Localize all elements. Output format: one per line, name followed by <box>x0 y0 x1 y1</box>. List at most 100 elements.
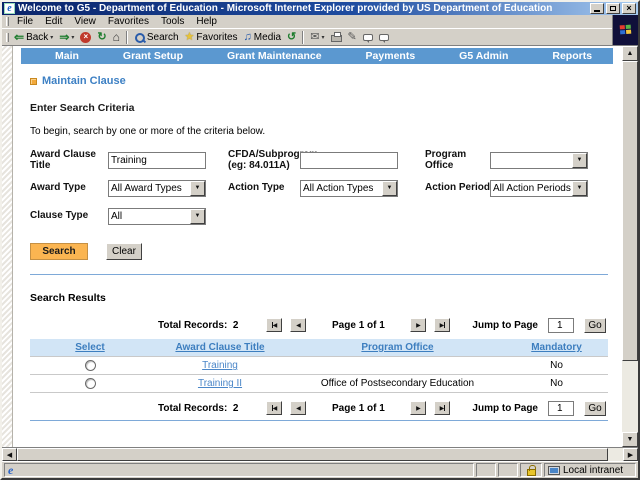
messenger-icon <box>378 33 389 43</box>
next-page-button[interactable]: ▶ <box>410 318 427 332</box>
nav-reports[interactable]: Reports <box>552 50 592 62</box>
nav-grant-setup[interactable]: Grant Setup <box>123 50 183 62</box>
discuss-icon <box>362 33 373 43</box>
edit-button[interactable]: ✎ <box>345 29 360 45</box>
go-button[interactable]: Go <box>584 400 606 416</box>
total-records-value: 2 <box>232 319 239 331</box>
horizontal-scroll-track[interactable] <box>608 448 623 461</box>
search-submit-button[interactable]: Search <box>30 243 88 260</box>
chevron-down-icon: ▼ <box>572 180 587 196</box>
menu-tools[interactable]: Tools <box>155 16 190 27</box>
header-mandatory[interactable]: Mandatory <box>505 342 608 353</box>
media-icon: ♫ <box>243 30 252 43</box>
mail-button[interactable]: ✉ ▾ <box>307 29 327 45</box>
refresh-icon: ↻ <box>97 30 107 43</box>
horizontal-scroll-thumb[interactable] <box>17 448 609 461</box>
row-select-radio[interactable] <box>84 359 96 371</box>
nav-grant-maintenance[interactable]: Grant Maintenance <box>227 50 322 62</box>
action-period-label: Action Period <box>425 182 491 194</box>
ie-throbber-logo <box>612 15 638 45</box>
award-type-select[interactable]: All Award Types ▼ <box>108 179 206 197</box>
edit-icon: ✎ <box>347 30 357 43</box>
section-divider <box>30 420 608 421</box>
menu-view[interactable]: View <box>68 16 102 27</box>
status-main-panel: e <box>4 463 474 477</box>
chevron-down-icon: ▼ <box>190 180 205 196</box>
back-label: Back <box>26 31 49 43</box>
messenger-button[interactable] <box>376 29 392 45</box>
bullet-icon <box>30 77 37 85</box>
next-page-button[interactable]: ▶ <box>410 401 427 415</box>
jump-to-page-input[interactable] <box>548 400 574 416</box>
forward-button[interactable]: ⇒ ▾ <box>56 29 77 45</box>
nav-payments[interactable]: Payments <box>366 50 416 62</box>
program-office-select[interactable]: ▼ <box>490 151 588 169</box>
media-button[interactable]: ♫ Media <box>241 29 285 45</box>
forward-dropdown-icon: ▾ <box>71 34 75 41</box>
award-clause-title-input[interactable] <box>108 151 206 169</box>
clear-button[interactable]: Clear <box>106 243 142 260</box>
first-page-button[interactable]: ◀ <box>266 401 283 415</box>
search-button[interactable]: Search <box>131 29 182 45</box>
vertical-scroll-track[interactable] <box>622 361 638 432</box>
title-bar: e Welcome to G5 - Department of Educatio… <box>2 2 638 15</box>
scroll-down-button[interactable]: ▼ <box>622 432 638 447</box>
nav-g5-admin[interactable]: G5 Admin <box>459 50 508 62</box>
restore-button[interactable] <box>606 3 620 14</box>
last-page-button[interactable]: ▶ <box>434 401 451 415</box>
favorites-button[interactable]: ★ Favorites <box>182 29 241 45</box>
scroll-left-button[interactable]: ◀ <box>2 448 17 461</box>
clause-title-link[interactable]: Training II <box>198 378 242 389</box>
menu-grip <box>6 17 9 26</box>
go-button[interactable]: Go <box>584 317 606 333</box>
vertical-scroll-thumb[interactable] <box>622 61 638 361</box>
clause-type-select[interactable]: All ▼ <box>108 207 206 225</box>
close-button[interactable]: × <box>622 3 636 14</box>
minimize-button[interactable] <box>590 3 604 14</box>
horizontal-scrollbar[interactable]: ◀ ▶ <box>2 447 638 461</box>
table-header-row: Select Award Clause Title Program Office… <box>30 339 608 357</box>
jump-to-page-input[interactable] <box>548 317 574 333</box>
table-row: Training II Office of Postsecondary Educ… <box>30 375 608 393</box>
history-button[interactable]: ↺ <box>284 29 299 45</box>
home-button[interactable]: ⌂ <box>110 29 123 45</box>
window-title: Welcome to G5 - Department of Education … <box>18 3 553 14</box>
action-type-select[interactable]: All Action Types ▼ <box>300 179 398 197</box>
ie-page-icon: e <box>8 463 14 477</box>
back-button[interactable]: ⇐ Back ▾ <box>11 29 56 45</box>
header-select[interactable]: Select <box>30 342 150 353</box>
clause-title-link[interactable]: Training <box>202 360 238 371</box>
nav-main[interactable]: Main <box>55 50 79 62</box>
status-zone-panel: Local intranet <box>544 463 636 477</box>
header-program-office[interactable]: Program Office <box>290 342 505 353</box>
header-award-clause-title[interactable]: Award Clause Title <box>150 342 290 353</box>
scroll-right-button[interactable]: ▶ <box>623 448 638 461</box>
prev-page-button[interactable]: ◀ <box>290 401 307 415</box>
refresh-button[interactable]: ↻ <box>94 29 109 45</box>
stop-icon: × <box>80 31 92 43</box>
jump-to-page-label: Jump to Page <box>472 319 538 331</box>
scroll-up-button[interactable]: ▲ <box>622 46 638 61</box>
vertical-scrollbar[interactable]: ▲ ▼ <box>622 46 638 447</box>
chevron-down-icon: ▼ <box>190 208 205 224</box>
discuss-button[interactable] <box>360 29 376 45</box>
total-records-label: Total Records: <box>158 402 228 414</box>
action-period-select[interactable]: All Action Periods ▼ <box>490 179 588 197</box>
menu-file[interactable]: File <box>11 16 39 27</box>
stop-button[interactable]: × <box>77 29 94 45</box>
pagination-bottom: Total Records: 2 ◀ ◀ Page 1 of 1 ▶ ▶ Jum… <box>30 400 608 416</box>
page-indicator: Page 1 of 1 <box>332 402 385 414</box>
status-panel <box>498 463 518 477</box>
toolbar-grip <box>6 32 9 42</box>
last-page-button[interactable]: ▶ <box>434 318 451 332</box>
menu-favorites[interactable]: Favorites <box>102 16 155 27</box>
menu-help[interactable]: Help <box>190 16 223 27</box>
cfda-input[interactable] <box>300 151 398 169</box>
row-select-radio[interactable] <box>84 377 96 389</box>
back-icon: ⇐ <box>14 30 25 44</box>
page-title: Maintain Clause <box>30 75 608 87</box>
print-button[interactable] <box>328 29 345 45</box>
prev-page-button[interactable]: ◀ <box>290 318 307 332</box>
first-page-button[interactable]: ◀ <box>266 318 283 332</box>
menu-edit[interactable]: Edit <box>39 16 68 27</box>
